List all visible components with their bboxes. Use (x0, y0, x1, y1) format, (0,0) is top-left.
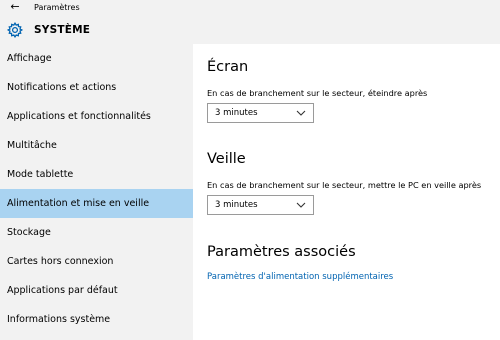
chevron-down-icon (296, 202, 306, 208)
back-arrow-icon[interactable]: ← (8, 0, 22, 14)
sidebar-item-applications-defaut[interactable]: Applications par défaut (0, 276, 193, 305)
chevron-down-icon (296, 110, 306, 116)
screen-description: En cas de branchement sur le secteur, ét… (207, 88, 428, 98)
app-title: Paramètres (34, 3, 80, 12)
section-title: SYSTÈME (34, 24, 91, 36)
sidebar-item-multitache[interactable]: Multitâche (0, 131, 193, 160)
sidebar: Affichage Notifications et actions Appli… (0, 44, 193, 340)
sidebar-item-notifications[interactable]: Notifications et actions (0, 73, 193, 102)
sidebar-item-cartes[interactable]: Cartes hors connexion (0, 247, 193, 276)
gear-icon (7, 22, 23, 38)
sidebar-item-applications[interactable]: Applications et fonctionnalités (0, 102, 193, 131)
section-header: SYSTÈME (0, 16, 500, 44)
sleep-heading: Veille (207, 151, 246, 167)
screen-timeout-dropdown[interactable]: 3 minutes (207, 103, 314, 123)
sleep-timeout-value: 3 minutes (215, 200, 258, 210)
sidebar-item-affichage[interactable]: Affichage (0, 44, 193, 73)
sidebar-item-informations[interactable]: Informations système (0, 305, 193, 334)
sleep-description: En cas de branchement sur le secteur, me… (207, 180, 482, 190)
sidebar-item-alimentation[interactable]: Alimentation et mise en veille (0, 189, 193, 218)
additional-power-settings-link[interactable]: Paramètres d'alimentation supplémentaire… (207, 272, 393, 283)
screen-timeout-value: 3 minutes (215, 108, 258, 118)
title-bar: ← Paramètres (0, 0, 500, 16)
main-content: Écran En cas de branchement sur le secte… (193, 44, 500, 340)
sidebar-item-stockage[interactable]: Stockage (0, 218, 193, 247)
sidebar-item-mode-tablette[interactable]: Mode tablette (0, 160, 193, 189)
screen-heading: Écran (207, 59, 249, 75)
sleep-timeout-dropdown[interactable]: 3 minutes (207, 195, 314, 215)
related-settings-heading: Paramètres associés (207, 244, 356, 260)
